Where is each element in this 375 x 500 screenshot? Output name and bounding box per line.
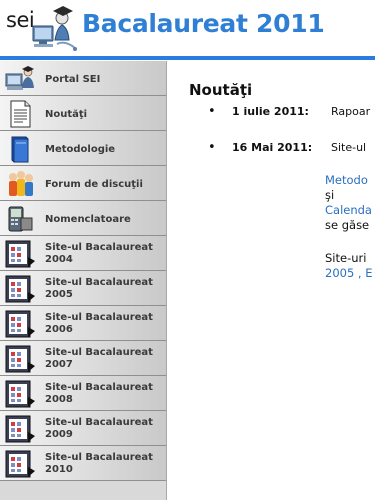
calendar-icon — [5, 310, 35, 338]
sidebar-item-label: Site-ul Bacalaureat 2008 — [45, 382, 153, 405]
sidebar-item-label: Site-ul Bacalaureat 2007 — [45, 347, 153, 370]
link-separator: , — [354, 266, 366, 280]
sidebar-item-label: Site-ul Bacalaureat 2009 — [45, 417, 153, 440]
section-heading: Noutăţi — [189, 81, 253, 99]
sidebar-item-bac-2006[interactable]: Site-ul Bacalaureat 2006 — [0, 306, 166, 341]
document-icon — [10, 100, 31, 128]
news-paragraph-2: Site-uri 2005 , E — [325, 251, 373, 281]
news-text[interactable]: Site-ul — [331, 141, 366, 154]
site-header: sei Bacalaureat 2011 — [0, 0, 375, 56]
computer-graduate-icon[interactable] — [31, 4, 77, 54]
sidebar-item-label: Nomenclatoare — [45, 214, 131, 225]
calendar-icon — [5, 240, 35, 268]
site-2005-link[interactable]: 2005 — [325, 266, 354, 280]
conjunction-text: şi — [325, 188, 335, 202]
sidebar-item-bac-2010[interactable]: Site-ul Bacalaureat 2010 — [0, 446, 166, 481]
news-paragraph-1: Metodo şi Calenda se găse — [325, 173, 372, 233]
sidebar-item-bac-2007[interactable]: Site-ul Bacalaureat 2007 — [0, 341, 166, 376]
paragraph-text: Site-uri — [325, 251, 367, 265]
news-date: 1 iulie 2011: — [232, 105, 309, 118]
calendar-icon — [5, 380, 35, 408]
site-next-link[interactable]: E — [365, 266, 372, 280]
paragraph-text: se găse — [325, 218, 370, 232]
calendar-icon — [5, 275, 35, 303]
book-icon — [11, 136, 29, 163]
sidebar-nav: Portal SEI Noutăţi Metodologie Forum de … — [0, 61, 167, 500]
sidebar-item-label: Site-ul Bacalaureat 2006 — [45, 312, 153, 335]
sidebar-item-bac-2009[interactable]: Site-ul Bacalaureat 2009 — [0, 411, 166, 446]
metodologie-link[interactable]: Metodo — [325, 173, 368, 187]
sidebar-item-metodologie[interactable]: Metodologie — [0, 131, 166, 166]
calendar-icon — [5, 450, 35, 478]
sidebar-item-label: Portal SEI — [45, 74, 101, 85]
column-gutter — [167, 61, 175, 500]
sidebar-item-label: Noutăţi — [45, 109, 88, 120]
sidebar-item-label: Site-ul Bacalaureat 2005 — [45, 277, 153, 300]
calendar-icon — [5, 415, 35, 443]
computer-user-icon — [5, 66, 34, 90]
sidebar-item-portal-sei[interactable]: Portal SEI — [0, 61, 166, 96]
sidebar-item-nomenclatoare[interactable]: Nomenclatoare — [0, 201, 166, 236]
sidebar-item-label: Site-ul Bacalaureat 2010 — [45, 452, 153, 475]
sidebar-item-label: Forum de discuţii — [45, 179, 143, 190]
news-text[interactable]: Rapoar — [331, 105, 370, 118]
calendar-link[interactable]: Calenda — [325, 203, 372, 217]
people-icon — [9, 171, 33, 196]
handheld-icon — [8, 206, 33, 232]
main-content: Noutăţi • 1 iulie 2011: Rapoar • 16 Mai … — [175, 61, 375, 500]
sidebar-item-label: Metodologie — [45, 144, 116, 155]
sidebar-item-bac-2008[interactable]: Site-ul Bacalaureat 2008 — [0, 376, 166, 411]
header-divider-bar — [0, 56, 375, 60]
sidebar-item-bac-2004[interactable]: Site-ul Bacalaureat 2004 — [0, 236, 166, 271]
sidebar-item-noutati[interactable]: Noutăţi — [0, 96, 166, 131]
sidebar-item-label: Site-ul Bacalaureat 2004 — [45, 242, 153, 265]
page-title: Bacalaureat 2011 — [82, 9, 325, 38]
calendar-icon — [5, 345, 35, 373]
sei-logo-text[interactable]: sei — [6, 8, 35, 32]
bullet-icon: • — [208, 140, 216, 155]
news-date: 16 Mai 2011: — [232, 141, 313, 154]
bullet-icon: • — [208, 104, 216, 119]
sidebar-item-forum[interactable]: Forum de discuţii — [0, 166, 166, 201]
sidebar-item-bac-2005[interactable]: Site-ul Bacalaureat 2005 — [0, 271, 166, 306]
